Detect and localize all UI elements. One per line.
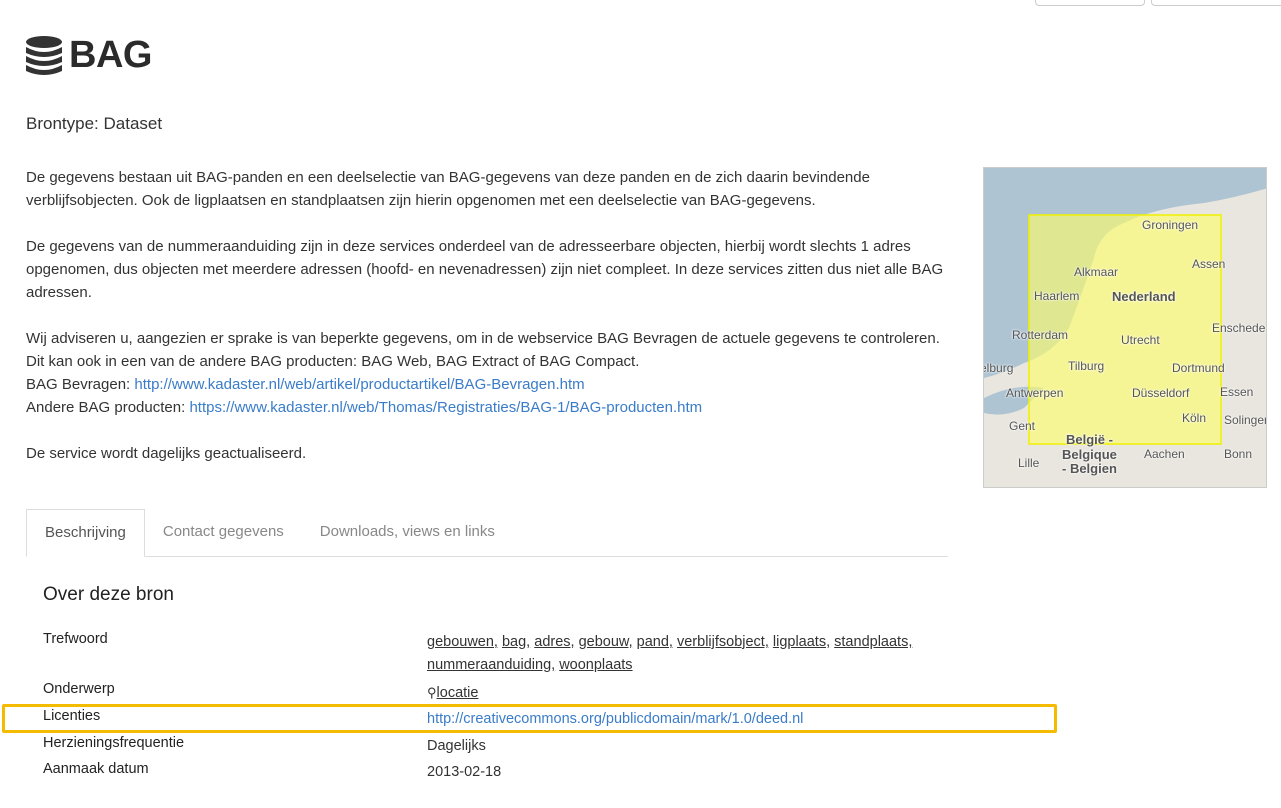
section-title: Over deze bron bbox=[43, 584, 174, 605]
bevragen-line: BAG Bevragen: http://www.kadaster.nl/web… bbox=[26, 376, 585, 393]
page-title: BAG bbox=[25, 34, 152, 77]
keyword-link[interactable]: pand, bbox=[637, 634, 673, 650]
brontype: Brontype: Dataset bbox=[26, 114, 163, 133]
map-label: Essen bbox=[1220, 385, 1254, 399]
map-label: Dortmund bbox=[1172, 361, 1225, 375]
map-label: Aachen bbox=[1144, 447, 1185, 461]
keyword-link[interactable]: woonplaats bbox=[559, 657, 632, 673]
database-icon bbox=[26, 35, 62, 75]
description: De gegevens bestaan uit BAG-panden en ee… bbox=[26, 166, 946, 488]
map-label: Rotterdam bbox=[1012, 328, 1069, 342]
row-label: Aanmaak datum bbox=[43, 761, 149, 777]
map-label: Nederland bbox=[1112, 289, 1176, 304]
map-label: Gent bbox=[1009, 419, 1036, 433]
map-label: Utrecht bbox=[1121, 333, 1160, 347]
map-label: Belgique bbox=[1062, 447, 1117, 462]
description-p2: De gegevens van de nummeraanduiding zijn… bbox=[26, 238, 944, 301]
row-label: Trefwoord bbox=[43, 631, 108, 647]
map-label: Haarlem bbox=[1034, 289, 1080, 303]
tab-contact-gegevens[interactable]: Contact gegevens bbox=[145, 509, 302, 556]
andere-link[interactable]: https://www.kadaster.nl/web/Thomas/Regis… bbox=[189, 399, 702, 416]
row-value: 2013-02-18 bbox=[427, 764, 502, 780]
keyword-link[interactable]: adres, bbox=[534, 634, 574, 650]
row-label: Herzieningsfrequentie bbox=[43, 735, 185, 751]
keyword-link[interactable]: nummeraanduiding, bbox=[427, 657, 555, 673]
row-value: Dagelijks bbox=[427, 738, 486, 754]
keyword-link[interactable]: ligplaats, bbox=[773, 634, 830, 650]
map-label: - Belgien bbox=[1062, 461, 1117, 476]
keyword-list: gebouwen, bag, adres, gebouw, pand, verb… bbox=[427, 631, 917, 677]
map-label: Antwerpen bbox=[1006, 386, 1064, 400]
extent-map[interactable]: Groningen Assen Alkmaar Haarlem Nederlan… bbox=[983, 167, 1267, 488]
tab-downloads[interactable]: Downloads, views en links bbox=[302, 509, 513, 556]
description-p3: Wij adviseren u, aangezien er sprake is … bbox=[26, 330, 940, 370]
map-label: Assen bbox=[1192, 257, 1226, 271]
map-marker-icon: ⚲ bbox=[427, 685, 437, 700]
map-label: Köln bbox=[1182, 411, 1207, 425]
map-label: Enschede bbox=[1212, 321, 1266, 335]
top-button-2[interactable] bbox=[1151, 0, 1281, 6]
keyword-link[interactable]: standplaats, bbox=[834, 634, 912, 650]
keyword-link[interactable]: bag, bbox=[502, 634, 530, 650]
andere-line: Andere BAG producten: https://www.kadast… bbox=[26, 399, 703, 416]
map-label: Tilburg bbox=[1068, 359, 1105, 373]
tab-beschrijving[interactable]: Beschrijving bbox=[26, 509, 145, 557]
top-button-1[interactable] bbox=[1035, 0, 1145, 6]
map-label: Middelburg bbox=[984, 361, 1014, 375]
map-label: Alkmaar bbox=[1074, 265, 1119, 279]
map-label: Solingen bbox=[1224, 413, 1267, 427]
title-text: BAG bbox=[69, 34, 152, 76]
description-p1: De gegevens bestaan uit BAG-panden en ee… bbox=[26, 169, 870, 209]
row-label: Onderwerp bbox=[43, 681, 115, 697]
map-label: België - bbox=[1066, 432, 1113, 447]
tab-bar: Beschrijving Contact gegevens Downloads,… bbox=[26, 509, 948, 557]
description-p4: De service wordt dagelijks geactualiseer… bbox=[26, 445, 307, 462]
keyword-link[interactable]: gebouw, bbox=[579, 634, 633, 650]
highlight-box bbox=[2, 704, 1057, 733]
map-label: Bonn bbox=[1224, 447, 1253, 461]
onderwerp-link[interactable]: locatie bbox=[437, 685, 479, 701]
bevragen-link[interactable]: http://www.kadaster.nl/web/artikel/produ… bbox=[134, 376, 584, 393]
keyword-link[interactable]: verblijfsobject, bbox=[677, 634, 769, 650]
map-label: Groningen bbox=[1142, 218, 1199, 232]
keyword-link[interactable]: gebouwen, bbox=[427, 634, 498, 650]
map-label: Lille bbox=[1018, 456, 1040, 470]
map-label: Düsseldorf bbox=[1132, 386, 1190, 400]
